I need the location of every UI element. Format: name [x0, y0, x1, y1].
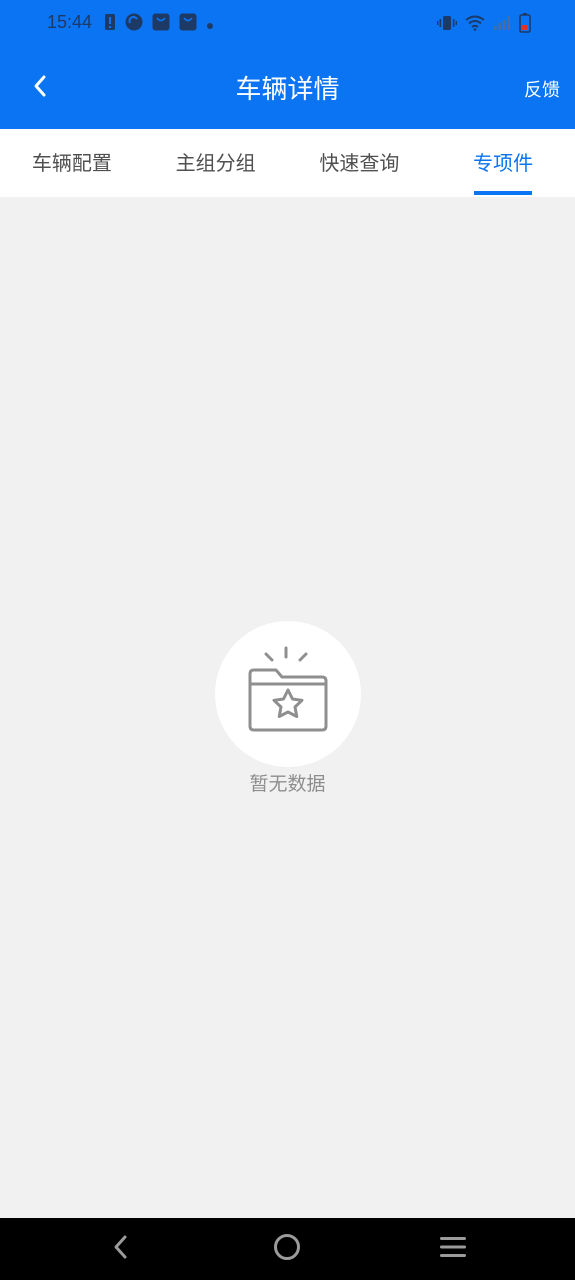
wifi-icon — [465, 15, 485, 35]
nav-home-button[interactable] — [269, 1231, 305, 1267]
status-icons-right — [437, 13, 531, 37]
nav-back-button[interactable] — [103, 1231, 139, 1267]
back-nav-icon — [111, 1234, 131, 1264]
navigation-bar — [0, 1218, 575, 1280]
status-time: 15:44 — [47, 12, 93, 32]
status-icons-left — [104, 13, 214, 35]
bag-icon — [152, 13, 170, 35]
bag-icon — [179, 13, 197, 35]
active-tab-indicator — [474, 191, 533, 195]
page-title: 车辆详情 — [235, 75, 340, 105]
empty-illustration — [214, 621, 361, 767]
signal-icon — [493, 15, 511, 35]
feedback-button[interactable]: 反馈 — [524, 76, 560, 102]
sim-alert-icon — [104, 13, 116, 35]
dot-icon — [206, 15, 214, 34]
tab-label: 快速查询 — [319, 151, 400, 175]
tab-bar: 车辆配置 主组分组 快速查询 专项件 — [0, 129, 575, 197]
tab-label: 专项件 — [473, 151, 534, 175]
menu-nav-icon — [439, 1235, 467, 1263]
app-bar: 车辆详情 反馈 — [0, 48, 575, 129]
folder-star-icon — [246, 646, 330, 742]
nav-menu-button[interactable] — [435, 1231, 471, 1267]
battery-icon — [519, 13, 531, 37]
app-circle-icon — [125, 13, 143, 35]
vibrate-icon — [437, 15, 457, 35]
tab-special-parts[interactable]: 专项件 — [431, 129, 575, 197]
empty-state: 暂无数据 — [0, 621, 575, 796]
tab-label: 主组分组 — [175, 151, 256, 175]
tab-vehicle-config[interactable]: 车辆配置 — [0, 129, 144, 197]
tab-label: 车辆配置 — [31, 151, 112, 175]
home-nav-icon — [273, 1233, 301, 1265]
tab-main-group[interactable]: 主组分组 — [144, 129, 288, 197]
tab-quick-search[interactable]: 快速查询 — [288, 129, 432, 197]
status-bar: 15:44 — [0, 0, 575, 48]
empty-text: 暂无数据 — [249, 773, 326, 795]
screen: 15:44 车辆详情 反馈 车辆配置 主组分组 快速查询 专项件 暂无数据 — [0, 0, 575, 1280]
